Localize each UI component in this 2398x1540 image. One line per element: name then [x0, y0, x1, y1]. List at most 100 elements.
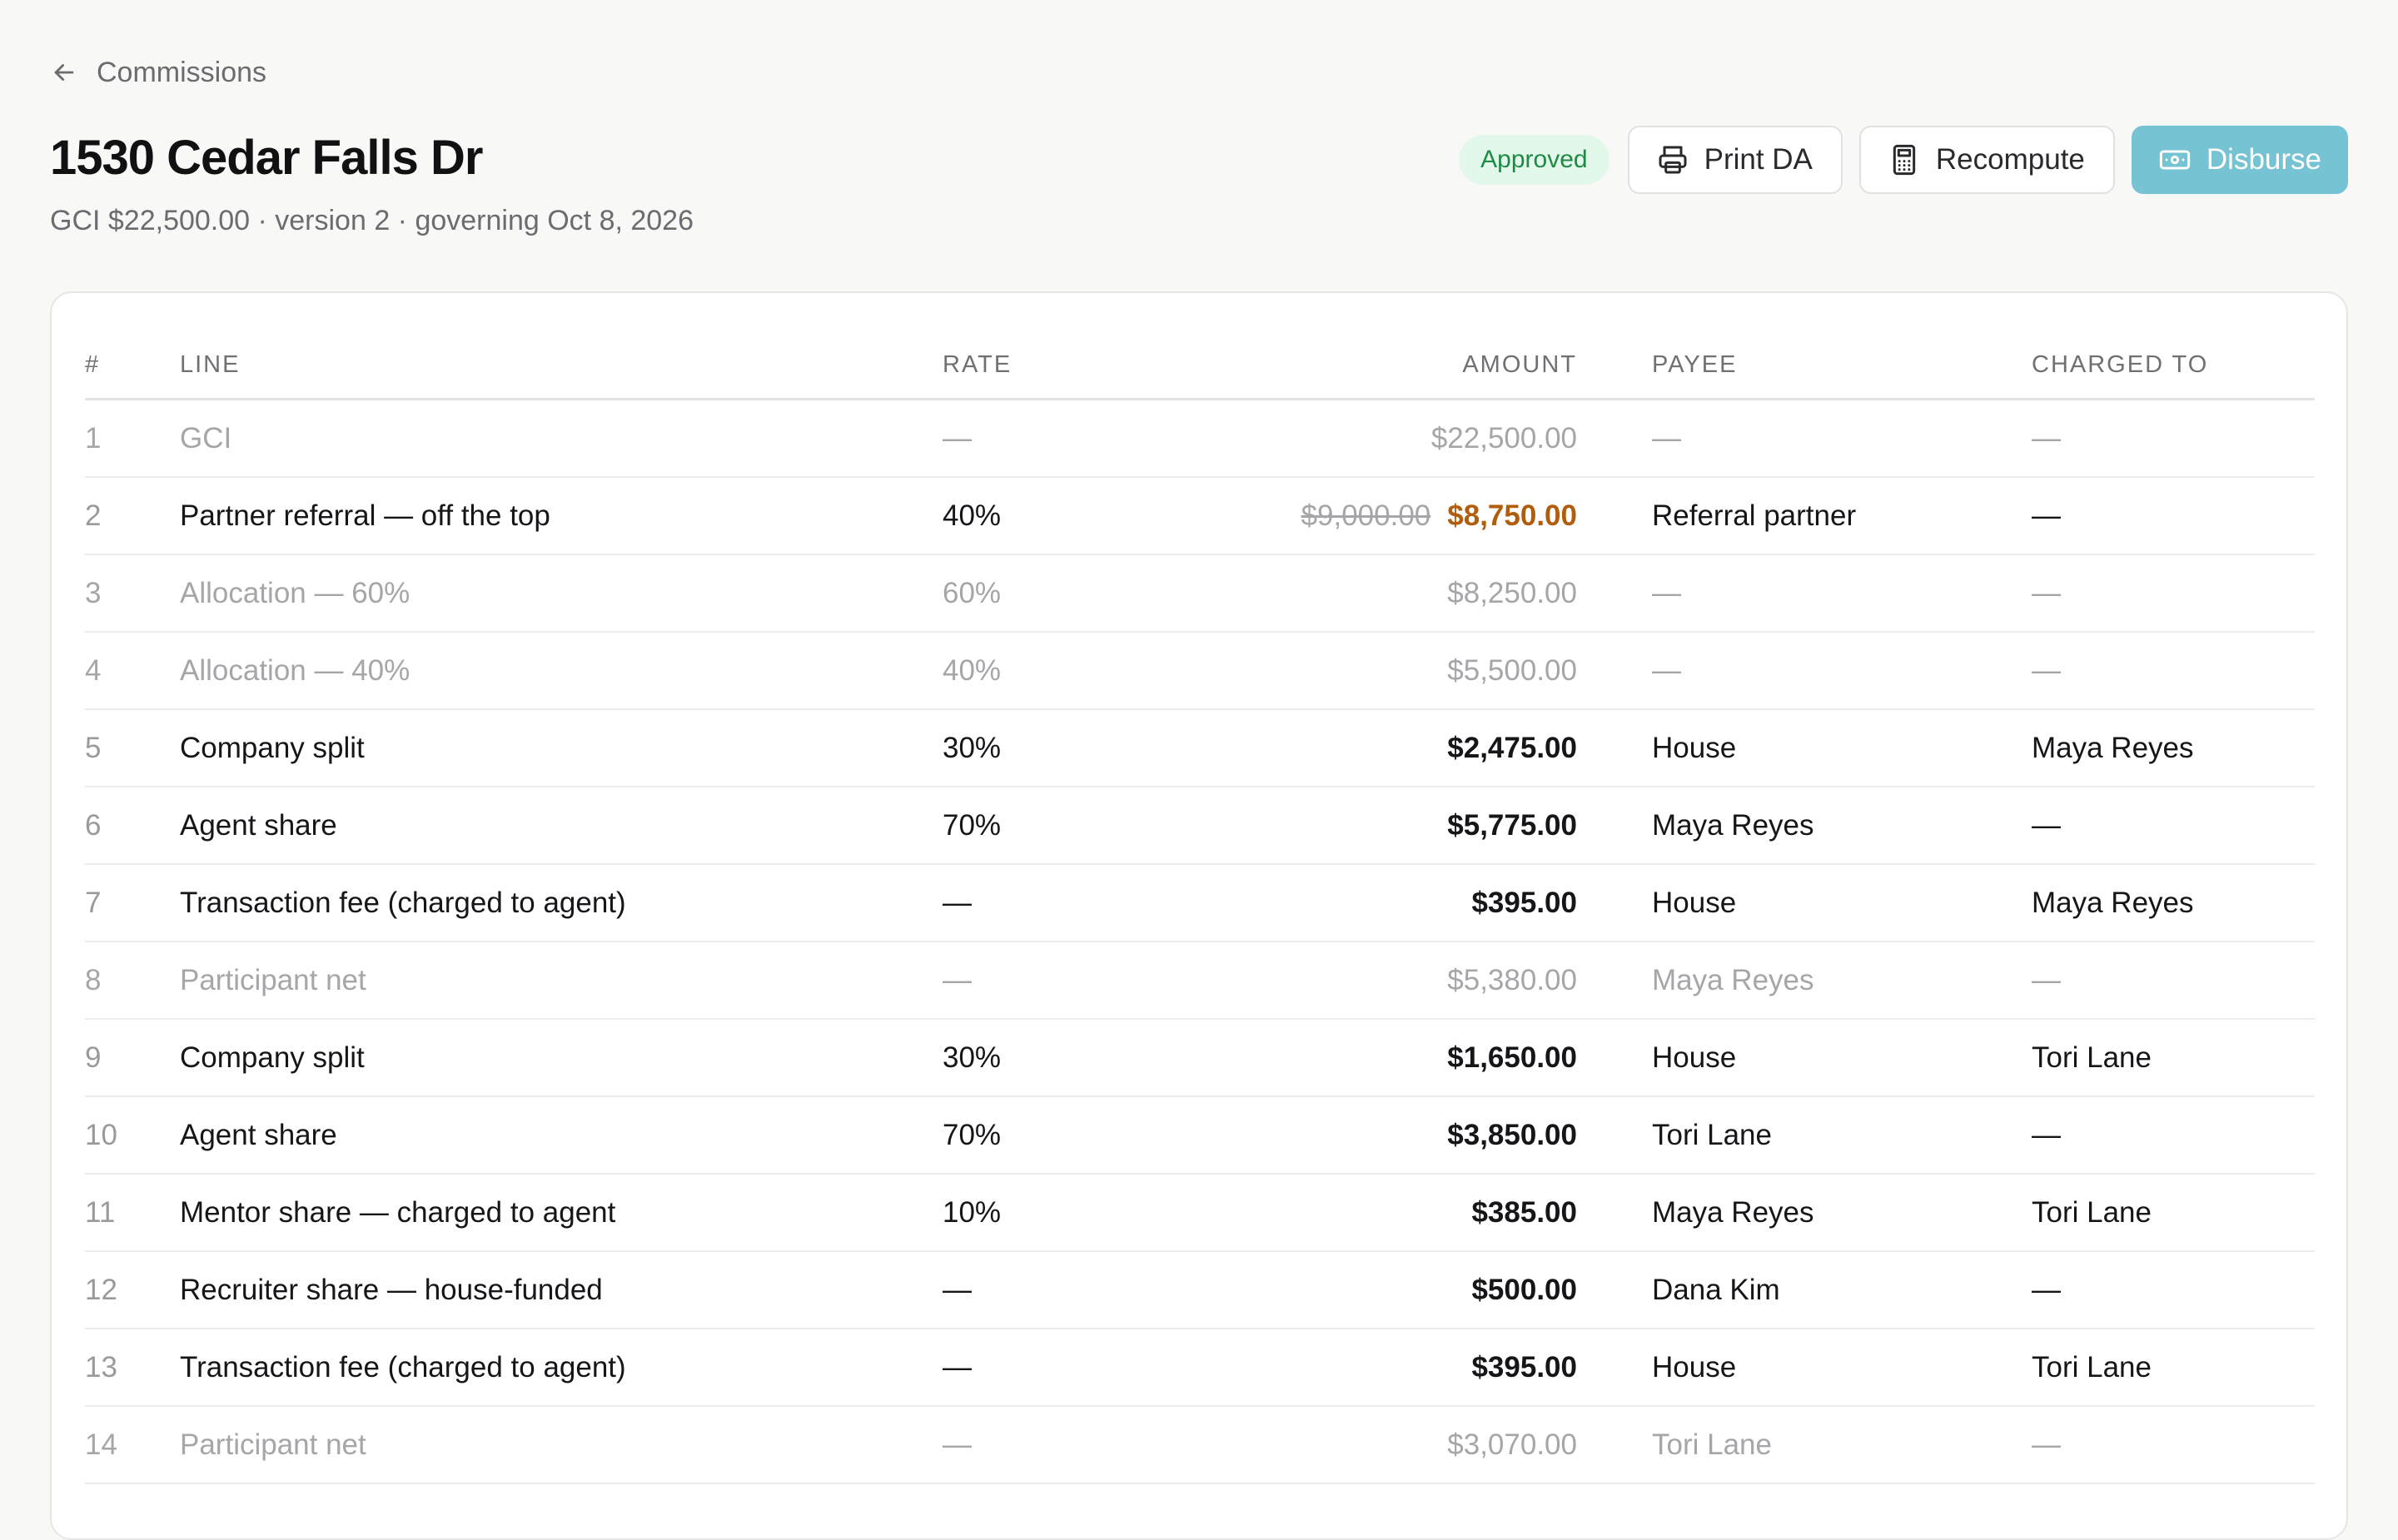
row-charged-to: Maya Reyes	[2032, 709, 2315, 787]
table-row[interactable]: 14 Participant net — $3,070.00 Tori Lane —	[85, 1406, 2315, 1484]
row-rate: —	[943, 864, 1126, 942]
row-charged-to: —	[2032, 941, 2315, 1020]
row-spacer	[1577, 787, 1652, 865]
row-spacer	[1577, 1096, 1652, 1175]
table-row[interactable]: 8 Participant net — $5,380.00 Maya Reyes —	[85, 941, 2315, 1020]
row-number: 14	[85, 1406, 180, 1484]
print-da-label: Print DA	[1704, 143, 1813, 176]
print-da-button[interactable]: Print DA	[1627, 126, 1843, 194]
row-rate: —	[943, 1329, 1126, 1407]
header-charged-to: CHARGED TO	[2032, 331, 2315, 400]
row-amount: $8,250.00	[1126, 554, 1577, 633]
calculator-icon	[1893, 144, 1916, 176]
row-charged-to: Tori Lane	[2032, 1329, 2315, 1407]
row-charged-to: —	[2032, 477, 2315, 555]
row-number: 1	[85, 399, 180, 478]
disburse-label: Disburse	[2206, 143, 2321, 176]
row-rate: 70%	[943, 787, 1126, 865]
recompute-label: Recompute	[1935, 143, 2085, 176]
row-payee: —	[1652, 632, 2032, 710]
header-amount: AMOUNT	[1126, 331, 1577, 400]
row-payee: House	[1652, 864, 2032, 942]
row-spacer	[1577, 477, 1652, 555]
row-number: 2	[85, 477, 180, 555]
page-subtitle: GCI $22,500.00 · version 2 · governing O…	[50, 205, 694, 236]
table-row[interactable]: 12 Recruiter share — house-funded — $500.00…	[85, 1251, 2315, 1329]
original-amount: $9,000.00	[1301, 499, 1431, 532]
row-charged-to: Tori Lane	[2032, 1174, 2315, 1252]
row-spacer	[1577, 1174, 1652, 1252]
row-line: Participant net	[180, 1406, 943, 1484]
table-row[interactable]: 6 Agent share 70% $5,775.00 Maya Reyes —	[85, 787, 2315, 865]
row-line: GCI	[180, 399, 943, 478]
row-charged-to: —	[2032, 554, 2315, 633]
row-spacer	[1577, 1329, 1652, 1407]
row-amount: $1,650.00	[1126, 1019, 1577, 1097]
row-rate: —	[943, 941, 1126, 1020]
table-header-row: # LINE RATE AMOUNT PAYEE CHARGED TO	[85, 331, 2315, 400]
row-charged-to: —	[2032, 787, 2315, 865]
table-row[interactable]: 2 Partner referral — off the top 40% $9,000…	[85, 477, 2315, 555]
row-payee: Dana Kim	[1652, 1251, 2032, 1329]
banknote-icon	[2159, 150, 2191, 170]
row-amount: $395.00	[1126, 1329, 1577, 1407]
row-rate: 60%	[943, 554, 1126, 633]
printer-icon	[1659, 146, 1687, 174]
row-amount: $500.00	[1126, 1251, 1577, 1329]
row-rate: 40%	[943, 477, 1126, 555]
row-amount: $395.00	[1126, 864, 1577, 942]
table-row[interactable]: 3 Allocation — 60% 60% $8,250.00 — —	[85, 554, 2315, 633]
row-spacer	[1577, 632, 1652, 710]
table-row[interactable]: 13 Transaction fee (charged to agent) — $39…	[85, 1329, 2315, 1407]
table-row[interactable]: 9 Company split 30% $1,650.00 House Tori Lane	[85, 1019, 2315, 1097]
header-payee: PAYEE	[1652, 331, 2032, 400]
table-row[interactable]: 5 Company split 30% $2,475.00 House Maya Reye…	[85, 709, 2315, 787]
table-row[interactable]: 4 Allocation — 40% 40% $5,500.00 — —	[85, 632, 2315, 710]
row-number: 12	[85, 1251, 180, 1329]
table-row[interactable]: 10 Agent share 70% $3,850.00 Tori Lane —	[85, 1096, 2315, 1175]
row-charged-to: Maya Reyes	[2032, 864, 2315, 942]
row-spacer	[1577, 1251, 1652, 1329]
table-row[interactable]: 1 GCI — $22,500.00— —	[85, 399, 2315, 478]
row-line: Agent share	[180, 787, 943, 865]
table-row[interactable]: 7 Transaction fee (charged to agent) — $395…	[85, 864, 2315, 942]
recompute-button[interactable]: Recompute	[1858, 126, 2115, 194]
back-to-commissions-link[interactable]: Commissions	[50, 52, 266, 93]
disburse-button[interactable]: Disburse	[2131, 126, 2348, 194]
page-title: 1530 Cedar Falls Dr	[50, 131, 483, 185]
disbursement-lines-table: # LINE RATE AMOUNT PAYEE CHARGED TO 1 GCI…	[85, 331, 2315, 1484]
row-charged-to: —	[2032, 632, 2315, 710]
row-payee: House	[1652, 709, 2032, 787]
row-number: 8	[85, 941, 180, 1020]
header-actions: Approved Print DA Recompute Disburse	[1459, 125, 2348, 195]
row-amount: $385.00	[1126, 1174, 1577, 1252]
row-amount: $5,775.00	[1126, 787, 1577, 865]
row-payee: House	[1652, 1019, 2032, 1097]
back-link-label: Commissions	[97, 56, 267, 88]
row-amount: $9,000.00 $8,750.00	[1126, 477, 1577, 555]
row-amount: $22,500.00	[1126, 399, 1577, 478]
row-rate: 10%	[943, 1174, 1126, 1252]
commission-detail-page: Commissions 1530 Cedar Falls Dr GCI $22,…	[50, 0, 2348, 1540]
table-row[interactable]: 11 Mentor share — charged to agent 10% $385…	[85, 1174, 2315, 1252]
table-body: 1 GCI — $22,500.00— —2 Partner referral — off…	[85, 399, 2315, 1484]
row-line: Transaction fee (charged to agent)	[180, 1329, 943, 1407]
row-number: 4	[85, 632, 180, 710]
row-number: 6	[85, 787, 180, 865]
row-payee: Maya Reyes	[1652, 1174, 2032, 1252]
row-line: Company split	[180, 709, 943, 787]
row-amount: $5,500.00	[1126, 632, 1577, 710]
row-line: Recruiter share — house-funded	[180, 1251, 943, 1329]
header-line: LINE	[180, 331, 943, 400]
row-rate: —	[943, 1406, 1126, 1484]
row-line: Agent share	[180, 1096, 943, 1175]
row-rate: 30%	[943, 709, 1126, 787]
row-spacer	[1577, 941, 1652, 1020]
row-number: 7	[85, 864, 180, 942]
row-payee: Tori Lane	[1652, 1406, 2032, 1484]
row-line: Company split	[180, 1019, 943, 1097]
row-spacer	[1577, 399, 1652, 478]
row-amount: $5,380.00	[1126, 941, 1577, 1020]
row-line: Mentor share — charged to agent	[180, 1174, 943, 1252]
row-number: 11	[85, 1174, 180, 1252]
